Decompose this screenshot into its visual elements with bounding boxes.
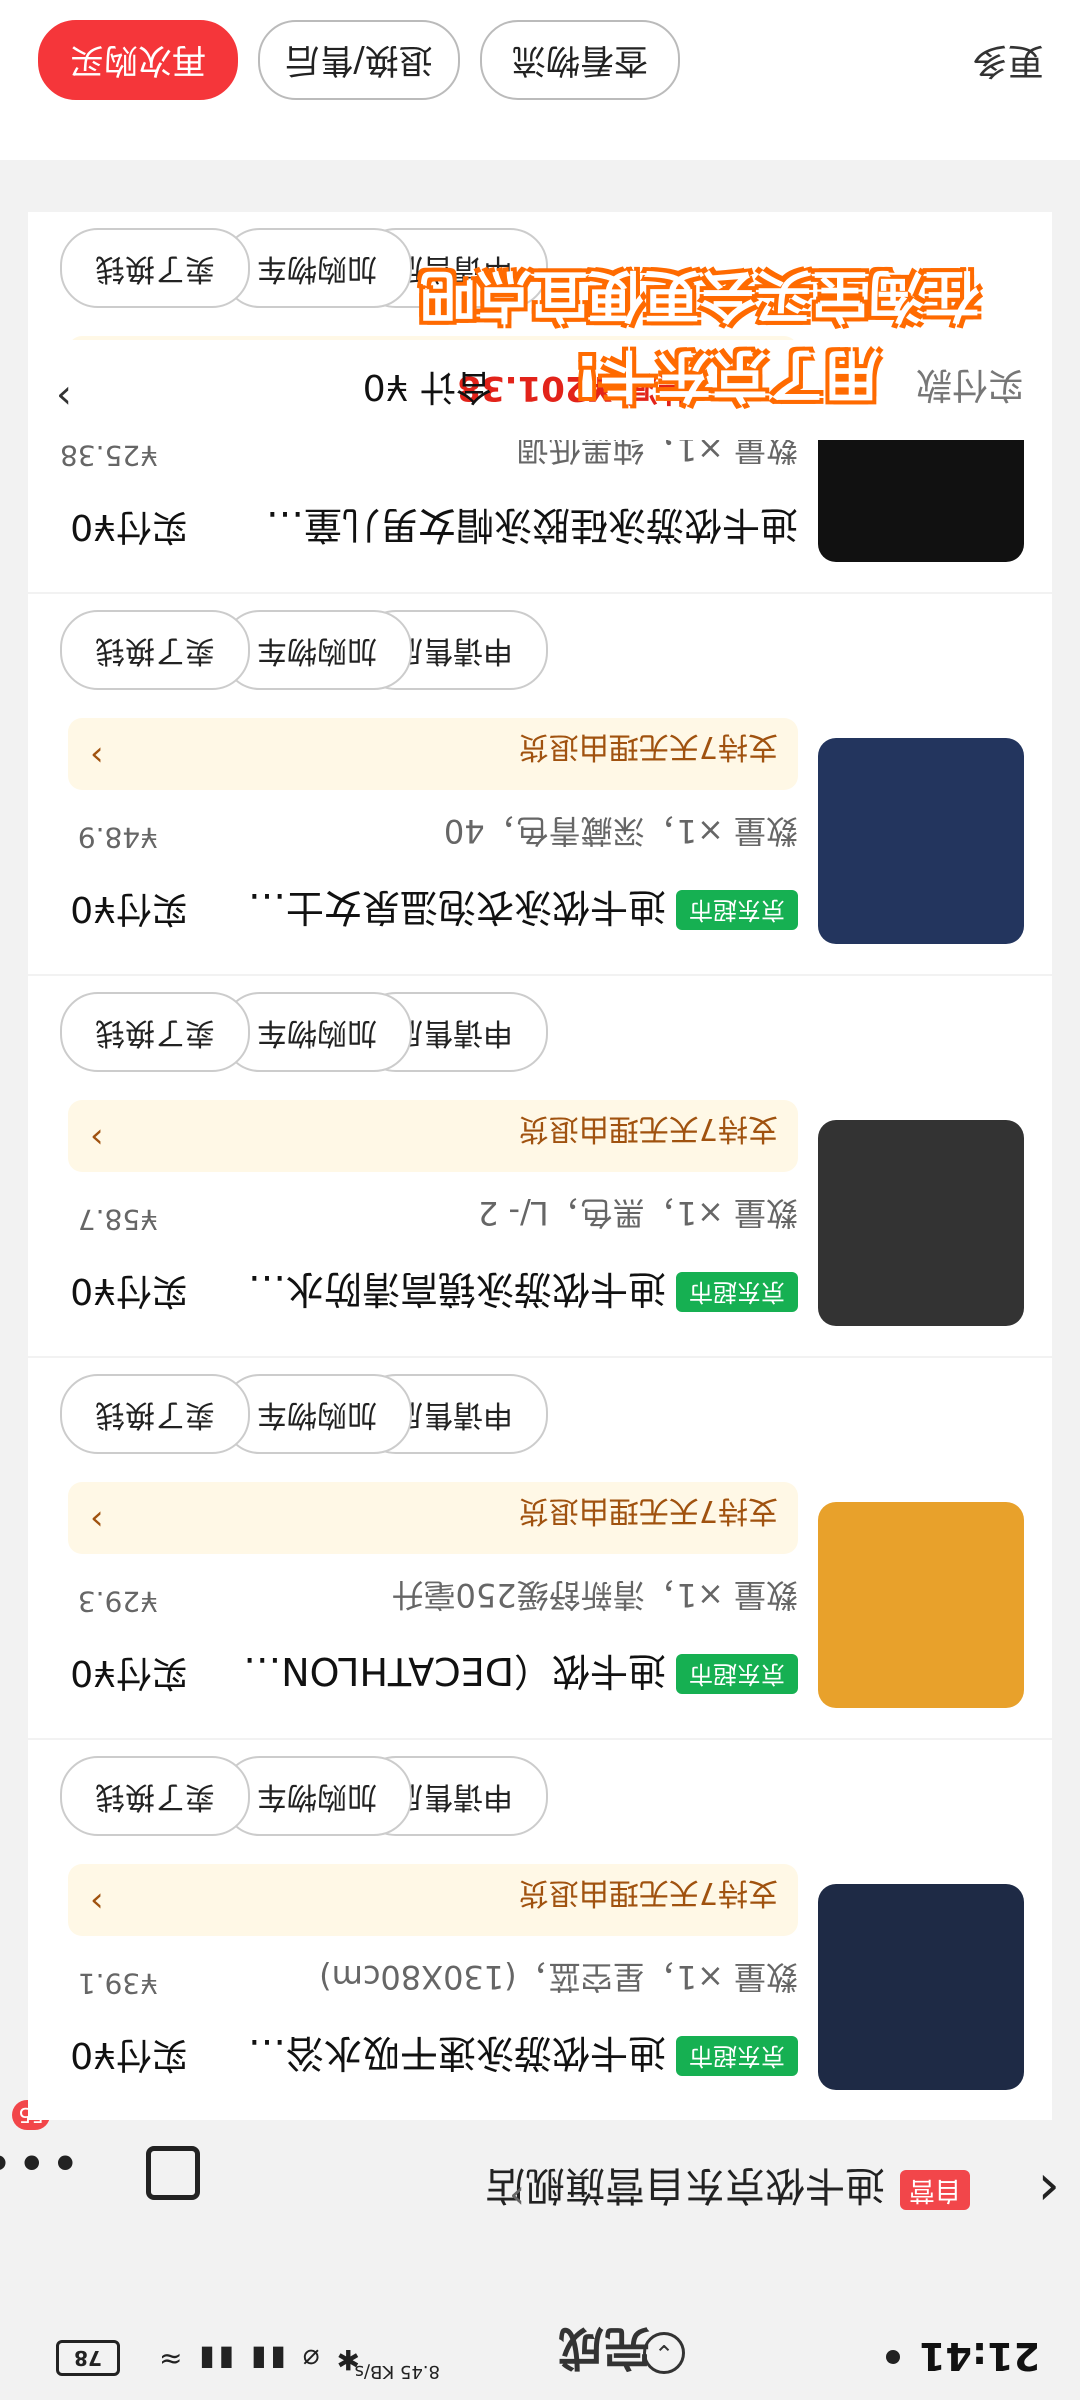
- product-name[interactable]: 迪卡侬游泳镜高清防水…: [216, 1265, 666, 1320]
- jd-supermarket-tag: 京东超市: [676, 1654, 798, 1694]
- caption-overlay: 在淘宝买会更便宜点吧 用了京东卡!: [40, 260, 1020, 420]
- order-item-card[interactable]: 京东超市 迪卡侬（DECATHLON）… 实付¥0 数量 ×1，清新舒缓250毫升 ¥2…: [28, 1358, 1052, 1738]
- item-paid: 实付¥0: [70, 1652, 188, 1693]
- item-spec: 数量 ×1，星空蓝，(130X80cm): [319, 1958, 798, 1996]
- item-spec: 数量 ×1，清新舒缓250毫升: [391, 1576, 798, 1614]
- more-dots-icon[interactable]: •••: [0, 2132, 80, 2190]
- store-name[interactable]: 迪卡侬京东自营旗舰店: [485, 2160, 885, 2218]
- add-to-cart-button[interactable]: 加购物车: [222, 610, 412, 690]
- return-policy-text: 支持7天无理由退货: [518, 729, 778, 764]
- return-policy-banner[interactable]: 支持7天无理由退货 ›: [68, 1482, 798, 1554]
- add-to-cart-button[interactable]: 加购物车: [222, 1756, 412, 1836]
- order-item-card[interactable]: 京东超市 迪卡侬游泳速干吸水浴巾…… 实付¥0 数量 ×1，星空蓝，(130X80cm…: [28, 1740, 1052, 2120]
- return-policy-banner[interactable]: 支持7天无理由退货 ›: [68, 718, 798, 790]
- chevron-right-icon: ›: [90, 1882, 104, 1922]
- product-image[interactable]: [818, 1884, 1024, 2090]
- item-spec: 数量 ×1，深藏青色，40: [443, 812, 798, 850]
- rebuy-button[interactable]: 再次购买: [38, 20, 238, 100]
- action-bar: 更多 查看物流 退换/售后 再次购买: [0, 0, 1080, 160]
- item-paid: 实付¥0: [70, 888, 188, 929]
- more-button[interactable]: 更多: [972, 38, 1044, 90]
- sell-for-cash-button[interactable]: 卖了换钱: [60, 610, 250, 690]
- jd-supermarket-tag: 京东超市: [676, 2036, 798, 2076]
- product-name[interactable]: 迪卡侬游泳硅胶泳帽女男儿童专…: [238, 501, 798, 556]
- status-bar: 21:41 ⌄ 完成 8.45 KB/s ✱ ⌀ ▮▮ ▮▮ ≈ 78: [0, 2310, 1080, 2400]
- item-price: ¥39.1: [77, 1967, 158, 2000]
- product-name[interactable]: 迪卡侬泳衣泡温泉女士连…: [216, 883, 666, 938]
- jd-supermarket-tag: 京东超市: [676, 1272, 798, 1312]
- product-image[interactable]: [818, 1120, 1024, 1326]
- sell-for-cash-button[interactable]: 卖了换钱: [60, 992, 250, 1072]
- order-item-card[interactable]: 京东超市 迪卡侬泳衣泡温泉女士连… 实付¥0 数量 ×1，深藏青色，40 ¥48.9 支持…: [28, 594, 1052, 974]
- logistics-button[interactable]: 查看物流: [480, 20, 680, 100]
- self-operated-badge: 自营: [900, 2170, 970, 2210]
- item-paid: 实付¥0: [70, 2034, 188, 2075]
- network-speed: 8.45 KB/s: [354, 2361, 440, 2382]
- chevron-right-icon: ›: [90, 1500, 104, 1540]
- sell-for-cash-button[interactable]: 卖了换钱: [60, 1756, 250, 1836]
- item-price: ¥58.7: [77, 1203, 158, 1236]
- notification-dot: [886, 2350, 900, 2364]
- return-policy-text: 支持7天无理由退货: [518, 1493, 778, 1528]
- store-header: ‹ 自营 迪卡侬京东自营旗舰店 › ••• 55: [0, 2100, 1080, 2250]
- jd-supermarket-tag: 京东超市: [676, 890, 798, 930]
- add-to-cart-button[interactable]: 加购物车: [222, 992, 412, 1072]
- product-name[interactable]: 迪卡侬（DECATHLON）…: [216, 1647, 666, 1702]
- battery-icon: 78: [56, 2340, 120, 2376]
- return-policy-text: 支持7天无理由退货: [518, 1875, 778, 1910]
- item-price: ¥48.9: [77, 821, 158, 854]
- page-root: 21:41 ⌄ 完成 8.45 KB/s ✱ ⌀ ▮▮ ▮▮ ≈ 78 ‹ 自营…: [0, 0, 1080, 2400]
- order-item-card[interactable]: 京东超市 迪卡侬游泳镜高清防水… 实付¥0 数量 ×1，黑色，L/- 2 ¥58.7 支持…: [28, 976, 1052, 1356]
- item-paid: 实付¥0: [70, 1270, 188, 1311]
- return-policy-banner[interactable]: 支持7天无理由退货 ›: [68, 1864, 798, 1936]
- return-policy-text: 支持7天无理由退货: [518, 1111, 778, 1146]
- chevron-right-icon: ›: [90, 1118, 104, 1158]
- return-exchange-button[interactable]: 退换/售后: [258, 20, 460, 100]
- chevron-right-icon: ›: [90, 736, 104, 776]
- battery-level: 78: [74, 2346, 102, 2370]
- caption-line-1: 用了京东卡!: [574, 342, 880, 407]
- product-name[interactable]: 迪卡侬游泳速干吸水浴巾……: [216, 2029, 666, 2084]
- status-time: 21:41: [919, 2334, 1040, 2378]
- product-image[interactable]: [818, 1502, 1024, 1708]
- signal-icons: ✱ ⌀ ▮▮ ▮▮ ≈: [154, 2343, 360, 2376]
- item-paid: 实付¥0: [70, 506, 188, 547]
- chevron-right-icon[interactable]: ›: [509, 2174, 525, 2220]
- item-price: ¥29.3: [77, 1585, 158, 1618]
- product-image[interactable]: [818, 738, 1024, 944]
- caption-line-2: 在淘宝买会更便宜点吧: [420, 262, 980, 327]
- item-spec: 数量 ×1，黑色，L/- 2: [477, 1194, 798, 1232]
- back-icon[interactable]: ‹: [1038, 2157, 1060, 2222]
- item-price: ¥25.38: [60, 439, 158, 472]
- return-policy-banner[interactable]: 支持7天无理由退货 ›: [68, 1100, 798, 1172]
- share-icon[interactable]: [146, 2146, 200, 2200]
- add-to-cart-button[interactable]: 加购物车: [222, 1374, 412, 1454]
- status-title: 完成: [558, 2321, 650, 2375]
- sell-for-cash-button[interactable]: 卖了换钱: [60, 1374, 250, 1454]
